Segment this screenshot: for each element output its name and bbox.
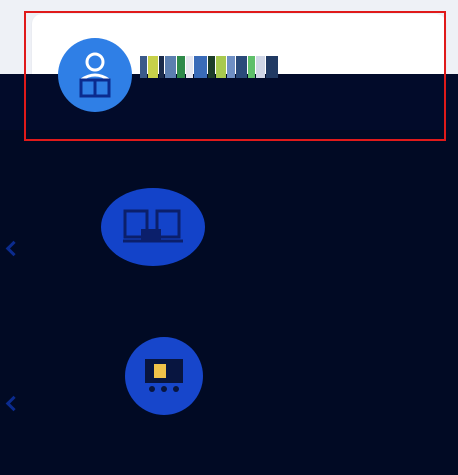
blackboard-icon[interactable] <box>125 337 203 415</box>
glitched-title <box>140 56 278 78</box>
user-reading-icon[interactable] <box>58 38 132 112</box>
classroom-icon[interactable] <box>101 188 205 266</box>
screen <box>0 0 458 475</box>
dark-overlay-main <box>0 130 458 475</box>
